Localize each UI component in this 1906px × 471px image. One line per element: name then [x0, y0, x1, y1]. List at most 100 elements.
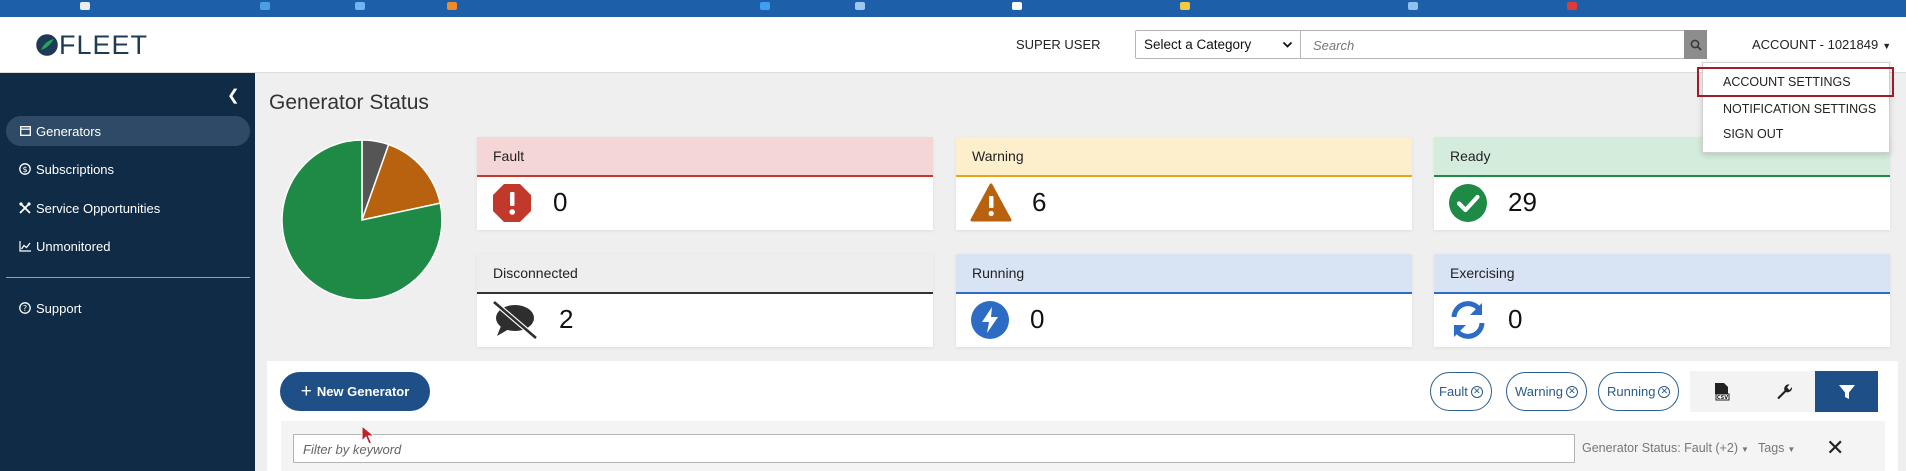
bookmark-icon[interactable] — [1567, 2, 1577, 10]
bookmark-icon[interactable] — [80, 2, 90, 10]
chart-line-icon — [18, 239, 32, 253]
card-header: Exercising — [1434, 254, 1890, 294]
plus-icon: + — [300, 380, 312, 402]
chip-label: Fault — [1439, 384, 1468, 399]
close-filter-icon[interactable]: ✕ — [1826, 435, 1844, 461]
filter-icon — [1838, 384, 1855, 399]
chip-label: Running — [1607, 384, 1656, 399]
question-circle-icon: ? — [18, 301, 32, 315]
filter-chip-fault[interactable]: Fault ✕ — [1430, 372, 1492, 411]
mouse-cursor-icon — [361, 425, 375, 445]
menu-item-notification-settings[interactable]: NOTIFICATION SETTINGS — [1723, 102, 1876, 116]
keyword-placeholder: Filter by keyword — [303, 442, 402, 457]
bolt-circle-icon — [971, 300, 1009, 339]
status-card-disconnected[interactable]: Disconnected 2 — [477, 254, 933, 347]
menu-item-sign-out[interactable]: SIGN OUT — [1723, 127, 1783, 141]
sidebar-item-label: Subscriptions — [36, 161, 115, 177]
sidebar-divider — [6, 277, 250, 278]
search-input[interactable]: Search — [1300, 30, 1686, 59]
bookmark-icon[interactable] — [260, 2, 270, 10]
exclamation-octagon-icon — [493, 183, 531, 222]
svg-text:?: ? — [23, 304, 27, 313]
bookmark-icon[interactable] — [1180, 2, 1190, 10]
csv-file-icon: CSV — [1714, 382, 1729, 401]
bookmark-icon[interactable] — [355, 2, 365, 10]
svg-text:$: $ — [22, 165, 27, 174]
wrench-icon — [1777, 383, 1792, 399]
svg-text:CSV: CSV — [1716, 395, 1727, 401]
generator-status-dropdown[interactable]: Generator Status: Fault (+2) ▼ — [1582, 441, 1749, 455]
page-title: Generator Status — [269, 91, 429, 114]
collapse-sidebar-icon[interactable]: ❮ — [227, 86, 240, 104]
card-header: Running — [956, 254, 1412, 294]
check-circle-icon — [1449, 183, 1487, 222]
sidebar-item-unmonitored[interactable]: Unmonitored — [6, 231, 250, 261]
app-header: FLEET SUPER USER Select a Category Searc… — [0, 17, 1906, 73]
bookmark-icon[interactable] — [855, 2, 865, 10]
maintenance-button[interactable] — [1753, 371, 1816, 412]
filter-chip-running[interactable]: Running ✕ — [1598, 372, 1680, 411]
status-count: 0 — [1508, 304, 1523, 334]
bookmark-icon[interactable] — [1408, 2, 1418, 10]
status-card-running[interactable]: Running 0 — [956, 254, 1412, 347]
logo-text: FLEET — [59, 29, 149, 60]
new-generator-button[interactable]: + New Generator — [280, 372, 430, 411]
browser-bookmark-bar — [0, 0, 1906, 17]
bookmark-icon[interactable] — [760, 2, 770, 10]
account-label: ACCOUNT - 1021849 — [1752, 37, 1879, 52]
filter-chip-warning[interactable]: Warning ✕ — [1506, 372, 1587, 411]
sidebar: ❮ Generators $ Subscriptions Service Opp… — [0, 73, 255, 471]
bookmark-icon[interactable] — [1012, 2, 1022, 10]
new-generator-label: New Generator — [316, 384, 410, 399]
sidebar-item-label: Generators — [36, 123, 102, 139]
chip-label: Warning — [1515, 384, 1563, 399]
status-count: 0 — [1030, 304, 1045, 334]
card-header: Fault — [477, 137, 933, 177]
status-count: 6 — [1032, 187, 1047, 217]
warning-triangle-icon — [970, 183, 1012, 221]
status-count: 29 — [1508, 187, 1537, 217]
sidebar-item-service-opportunities[interactable]: Service Opportunities — [6, 193, 250, 223]
sidebar-item-subscriptions[interactable]: $ Subscriptions — [6, 154, 250, 184]
sync-icon — [1451, 300, 1485, 339]
tools-icon — [18, 201, 32, 215]
card-header: Disconnected — [477, 254, 933, 294]
category-select-value: Select a Category — [1144, 37, 1252, 52]
comment-slash-icon — [492, 299, 538, 340]
caret-down-icon: ▼ — [1787, 445, 1796, 454]
account-dropdown-menu: ACCOUNT SETTINGS NOTIFICATION SETTINGS S… — [1697, 62, 1894, 153]
category-select[interactable]: Select a Category — [1135, 30, 1301, 59]
status-count: 2 — [559, 304, 574, 334]
remove-chip-icon[interactable]: ✕ — [1565, 385, 1578, 398]
export-csv-button[interactable]: CSV — [1690, 371, 1753, 412]
globe-logo-icon — [36, 34, 58, 56]
status-card-warning[interactable]: Warning 6 — [956, 137, 1412, 230]
search-button[interactable] — [1684, 30, 1707, 59]
status-filter-label: Generator Status: Fault (+2) — [1582, 441, 1738, 455]
card-header: Warning — [956, 137, 1412, 177]
dollar-circle-icon: $ — [18, 162, 32, 176]
status-card-fault[interactable]: Fault 0 — [477, 137, 933, 230]
sidebar-item-support[interactable]: ? Support — [6, 293, 250, 323]
tags-dropdown[interactable]: Tags ▼ — [1758, 441, 1795, 455]
tags-filter-label: Tags — [1758, 441, 1785, 455]
keyword-filter-input[interactable]: Filter by keyword — [293, 434, 1575, 463]
sidebar-item-label: Support — [36, 300, 82, 316]
sidebar-item-label: Unmonitored — [36, 238, 111, 254]
caret-down-icon: ▼ — [1740, 445, 1749, 454]
status-pie-chart — [281, 139, 443, 301]
sidebar-item-generators[interactable]: Generators — [6, 116, 250, 146]
list-window-icon — [18, 124, 32, 138]
account-menu-button[interactable]: ACCOUNT - 1021849 ▼ — [1752, 37, 1891, 52]
fleet-logo[interactable]: FLEET — [36, 30, 148, 60]
bookmark-icon[interactable] — [447, 2, 457, 10]
menu-item-account-settings[interactable]: ACCOUNT SETTINGS — [1697, 67, 1894, 97]
caret-down-icon: ▼ — [1882, 41, 1892, 51]
user-role-label: SUPER USER — [1016, 37, 1101, 52]
filter-toggle-button[interactable] — [1815, 371, 1878, 412]
sidebar-item-label: Service Opportunities — [36, 200, 161, 216]
remove-chip-icon[interactable]: ✕ — [1658, 385, 1671, 398]
search-placeholder: Search — [1313, 38, 1355, 53]
remove-chip-icon[interactable]: ✕ — [1470, 385, 1483, 398]
status-card-exercising[interactable]: Exercising 0 — [1434, 254, 1890, 347]
